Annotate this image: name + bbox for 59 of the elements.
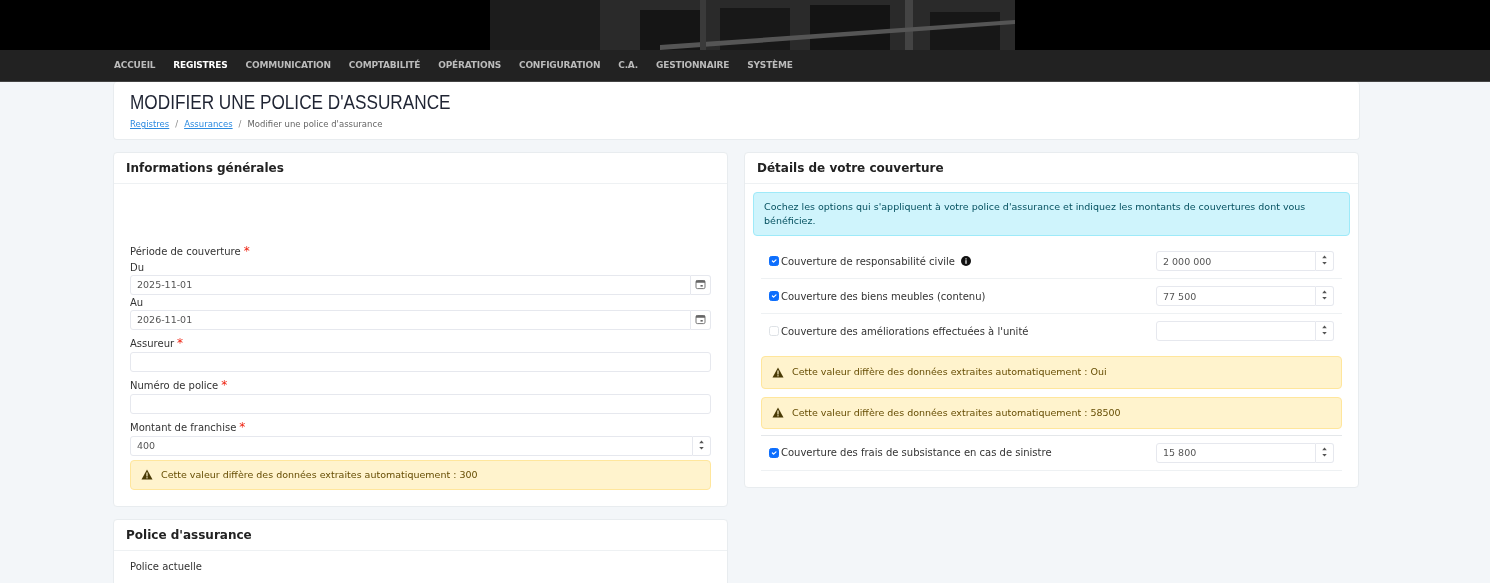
input-field[interactable]: 2025-11-01 bbox=[130, 274, 691, 295]
nav-link[interactable]: GESTIONNAIRE bbox=[647, 58, 739, 73]
nav-link[interactable]: SYSTÈME bbox=[738, 58, 802, 73]
option-label: Couverture de responsabilité civile bbox=[781, 254, 955, 268]
option-label: Couverture des frais de subsistance en cas de sinistre bbox=[781, 446, 1052, 460]
card-title: Police d'assurance bbox=[114, 520, 727, 551]
nav-link[interactable]: ACCUEIL bbox=[105, 58, 165, 73]
option-label: Couverture des améliorations effectuées à l'unité bbox=[781, 324, 1029, 338]
warning-icon bbox=[141, 469, 153, 481]
nav-link[interactable]: COMPTABILITÉ bbox=[339, 58, 430, 73]
required-asterisk: * bbox=[243, 243, 250, 258]
checkbox[interactable] bbox=[769, 447, 779, 458]
input-field[interactable] bbox=[130, 351, 711, 372]
checkbox[interactable] bbox=[769, 256, 779, 267]
warning-text: Cette valeur diffère des données extraites automatiquement : 300 bbox=[161, 467, 478, 482]
nav-link[interactable]: COMMUNICATION bbox=[236, 58, 340, 73]
input-field[interactable]: 2 000 000 bbox=[1156, 251, 1316, 272]
spinner-icon[interactable] bbox=[1316, 321, 1334, 342]
field-label: Du bbox=[130, 260, 145, 274]
input-field[interactable] bbox=[1156, 321, 1316, 342]
card-title: Détails de votre couverture bbox=[745, 152, 1358, 184]
input-field[interactable] bbox=[130, 393, 711, 414]
page-title: MODIFIER UNE POLICE D'ASSURANCE bbox=[130, 90, 451, 114]
breadcrumb-link[interactable]: Assurances bbox=[184, 119, 233, 129]
spinner-icon[interactable] bbox=[1316, 286, 1334, 307]
breadcrumb-separator: / bbox=[238, 119, 242, 129]
card-title: Informations générales bbox=[114, 152, 727, 184]
calendar-icon[interactable] bbox=[691, 309, 711, 330]
breadcrumb-separator: / bbox=[175, 119, 179, 129]
field-label: Assureur bbox=[130, 336, 175, 350]
warning-icon bbox=[772, 366, 784, 378]
calendar-icon[interactable] bbox=[691, 274, 711, 295]
input-field[interactable]: 15 800 bbox=[1156, 442, 1316, 463]
input-field[interactable]: 2026-11-01 bbox=[130, 309, 691, 330]
option-label: Couverture des biens meubles (contenu) bbox=[781, 289, 986, 303]
nav-link[interactable]: OPÉRATIONS bbox=[429, 58, 510, 73]
warning-text: Cette valeur diffère des données extraites automatiquement : 58500 bbox=[792, 405, 1121, 420]
field-label: Période de couverture bbox=[130, 244, 241, 258]
info-alert: Cochez les options qui s'appliquent à votre police d'assurance et indiquez les montants de couvertures dont vous bénéficiez. bbox=[753, 191, 1350, 237]
nav-link[interactable]: C.A. bbox=[609, 58, 648, 73]
field-label: Montant de franchise bbox=[130, 420, 237, 434]
required-asterisk: * bbox=[239, 419, 246, 434]
field-label: Au bbox=[130, 295, 144, 309]
spinner-icon[interactable] bbox=[1316, 442, 1334, 463]
spinner-icon[interactable] bbox=[1316, 251, 1334, 272]
warning-text: Cette valeur diffère des données extraites automatiquement : Oui bbox=[792, 365, 1107, 380]
required-asterisk: * bbox=[221, 377, 228, 392]
input-field[interactable]: 400 bbox=[130, 435, 693, 456]
field-label: Numéro de police bbox=[130, 378, 219, 392]
field-label: Police actuelle bbox=[130, 560, 202, 573]
breadcrumb-link[interactable]: Registres bbox=[130, 119, 170, 129]
checkbox[interactable] bbox=[769, 291, 779, 302]
warning-icon bbox=[772, 407, 784, 419]
input-field[interactable]: 77 500 bbox=[1156, 286, 1316, 307]
nav-link[interactable]: CONFIGURATION bbox=[510, 58, 610, 73]
spinner-icon[interactable] bbox=[693, 435, 711, 456]
breadcrumb-current: Modifier une police d'assurance bbox=[247, 119, 383, 129]
required-asterisk: * bbox=[177, 335, 184, 350]
nav-link[interactable]: REGISTRES bbox=[164, 58, 237, 73]
